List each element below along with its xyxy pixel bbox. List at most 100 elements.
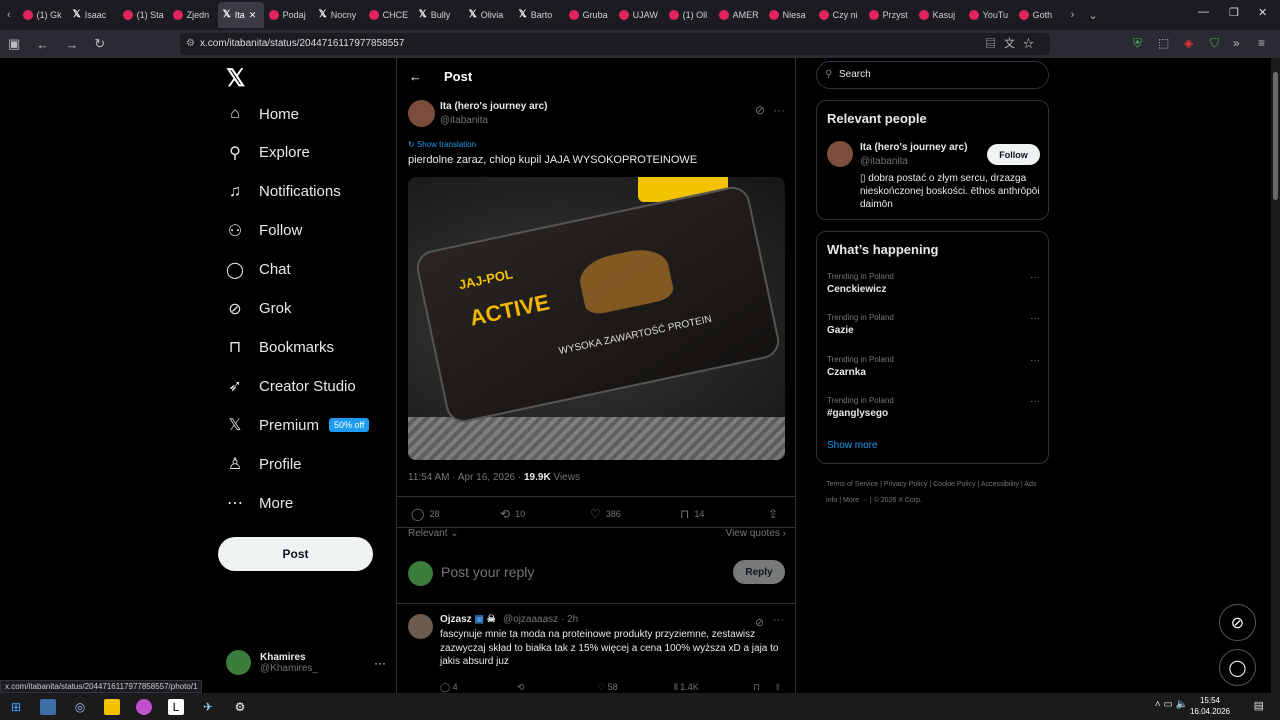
share-button[interactable]: ⇪ [768, 507, 783, 521]
forward-icon[interactable]: → [65, 37, 78, 52]
browser-tab[interactable]: 𝕏 Ita ✕ [217, 2, 264, 28]
browser-tab[interactable]: AMER [714, 2, 764, 28]
sidebar-item-bookmarks[interactable]: ⊓ Bookmarks [226, 338, 386, 357]
back-arrow-icon[interactable]: ← [409, 69, 422, 84]
browser-tab[interactable]: Zjedn [168, 2, 218, 28]
site-info-icon[interactable]: ⚙ [186, 33, 195, 55]
avatar[interactable] [408, 100, 435, 127]
comment-author-name[interactable]: Ojzasz ▣ ☠ [440, 614, 496, 625]
trend-item[interactable]: Trending in Poland Cenckiewicz ··· [827, 272, 1040, 295]
footer-link[interactable]: More ··· [843, 497, 868, 504]
author-name[interactable]: Ita (hero's journey arc) [440, 101, 547, 112]
more-options-icon[interactable]: ··· [773, 614, 784, 626]
reply-input[interactable]: Post your reply [441, 564, 534, 580]
address-bar[interactable]: ⚙ x.com/itabanita/status/204471611797785… [180, 33, 1050, 55]
browser-tab[interactable]: Goth [1014, 2, 1064, 28]
footer-link[interactable]: Terms of Service [826, 481, 878, 488]
browser-tab[interactable]: CHCE [364, 2, 414, 28]
more-options-icon[interactable]: ··· [1030, 272, 1040, 283]
browser-tab[interactable]: (1) Oll [664, 2, 714, 28]
browser-tab[interactable]: Gruba [564, 2, 614, 28]
browser-tab[interactable]: Niesa [764, 2, 814, 28]
tab-scroll-left-icon[interactable]: ‹ [0, 9, 18, 21]
person-handle[interactable]: @itabanita [860, 156, 908, 167]
footer-link[interactable]: Accessibility [981, 481, 1019, 488]
sidebar-item-home[interactable]: ⌂ Home [226, 105, 386, 123]
footer-link[interactable]: © 2026 X Corp. [874, 497, 922, 504]
reader-view-icon[interactable]: ▤ [985, 38, 1004, 50]
more-options-icon[interactable]: ··· [1030, 355, 1040, 366]
extension-green-icon[interactable]: ⛉ [1210, 36, 1219, 51]
post-timestamp[interactable]: 11:54 AM · Apr 16, 2026 · [408, 472, 524, 483]
sidebar-toggle-icon[interactable]: ▣ [8, 36, 20, 52]
file-explorer-icon[interactable] [104, 698, 120, 715]
sidebar-item-creator-studio[interactable]: ➶ Creator Studio [226, 377, 386, 396]
reply-item[interactable]: Ojzasz ▣ ☠ @ojzaaaasz · 2h ⊘ ··· fascynu… [397, 604, 795, 698]
browser-tab[interactable]: (1) Sta [118, 2, 168, 28]
close-window-icon[interactable]: ✕ [1258, 6, 1267, 19]
trend-item[interactable]: Trending in Poland #ganglysego ··· [827, 396, 1040, 419]
avatar[interactable] [827, 141, 853, 167]
overflow-menu-icon[interactable]: » [1233, 36, 1240, 50]
sidebar-item-premium[interactable]: 𝕏 Premium 50% off [226, 416, 386, 434]
extensions-icon[interactable]: ⬚ [1158, 36, 1169, 50]
steam-icon[interactable]: ◎ [72, 699, 88, 715]
browser-tab[interactable]: Kasuj [914, 2, 964, 28]
comment-bookmark-button[interactable]: ⊓ [753, 682, 760, 693]
minimize-icon[interactable]: — [1198, 6, 1209, 18]
comment-reply-button[interactable]: ◯ 4 [440, 682, 458, 693]
scrollbar[interactable] [1271, 58, 1280, 698]
comment-like-button[interactable]: ♡ 58 [597, 682, 618, 693]
comment-share-button[interactable]: ⇪ [774, 682, 782, 693]
like-button[interactable]: ♡ 386 [590, 507, 621, 521]
sidebar-item-chat[interactable]: ◯ Chat [226, 261, 386, 279]
grok-icon[interactable]: ⊘ [755, 103, 765, 117]
bookmark-button[interactable]: ⊓ 14 [680, 507, 704, 521]
trend-item[interactable]: Trending in Poland Gazie ··· [827, 313, 1040, 336]
browser-tab[interactable]: UJAW [614, 2, 664, 28]
more-options-icon[interactable]: ··· [1030, 396, 1040, 407]
app-icon[interactable]: ✈ [200, 699, 216, 715]
extension-shield-icon[interactable]: ⛨ [1133, 36, 1142, 51]
more-options-icon[interactable]: ··· [773, 103, 785, 117]
tray-icons[interactable]: ˄ ▭ 🔈 [1155, 699, 1188, 710]
reply-button[interactable]: ◯ 28 [411, 507, 439, 521]
close-tab-icon[interactable]: ✕ [249, 10, 257, 21]
browser-tab[interactable]: Podaj [264, 2, 314, 28]
x-logo-icon[interactable]: 𝕏 [226, 64, 245, 93]
more-options-icon[interactable]: ··· [1030, 313, 1040, 324]
sidebar-item-grok[interactable]: ⊘ Grok [226, 300, 386, 318]
firefox-icon[interactable] [136, 698, 152, 715]
sidebar-item-explore[interactable]: ⚲ Explore [226, 144, 386, 162]
sidebar-item-notifications[interactable]: ♫ Notifications [226, 183, 386, 201]
browser-tab[interactable]: 𝕏 Nocny [314, 2, 364, 28]
windows-start-icon[interactable]: ⊞ [8, 699, 24, 715]
account-menu-icon[interactable]: ··· [374, 656, 386, 670]
browser-tab[interactable]: 𝕏 Barto [514, 2, 564, 28]
browser-tab[interactable]: 𝕏 Olivia [464, 2, 514, 28]
browser-tab[interactable]: 𝕏 Bully [414, 2, 464, 28]
extension-red-icon[interactable]: ◈ [1184, 36, 1193, 50]
repost-button[interactable]: ⟲ 10 [500, 507, 525, 521]
avatar[interactable] [408, 614, 433, 639]
back-icon[interactable]: ← [36, 37, 49, 52]
system-clock[interactable]: 15:54 16.04.2026 [1190, 695, 1230, 717]
show-translation-link[interactable]: ↻ Show translation [408, 140, 476, 149]
restore-icon[interactable]: ❐ [1229, 6, 1239, 19]
browser-tab[interactable]: 𝕏 Isaac [68, 2, 118, 28]
comment-views-button[interactable]: ⫴ 1.4K [674, 682, 699, 693]
scrollbar-thumb[interactable] [1273, 72, 1278, 200]
show-more-link[interactable]: Show more [827, 440, 878, 451]
view-quotes-link[interactable]: View quotes › [726, 528, 786, 539]
settings-gear-icon[interactable]: ⚙ [232, 699, 248, 715]
account-switcher[interactable]: Khamires @Khamires_ ··· [226, 650, 386, 675]
sidebar-item-profile[interactable]: ♙ Profile [226, 455, 386, 474]
grok-floating-icon[interactable]: ⊘ [1219, 604, 1256, 641]
app-menu-icon[interactable]: ≡ [1258, 36, 1265, 50]
sidebar-item-more[interactable]: ⋯ More [226, 494, 386, 513]
browser-tab[interactable]: Czy ni [814, 2, 864, 28]
comment-repost-button[interactable]: ⟲ [517, 682, 525, 693]
tab-list-chevron-icon[interactable]: ⌄ [1081, 9, 1104, 22]
post-button[interactable]: Post [218, 537, 373, 571]
browser-tab[interactable]: YouTu [964, 2, 1014, 28]
